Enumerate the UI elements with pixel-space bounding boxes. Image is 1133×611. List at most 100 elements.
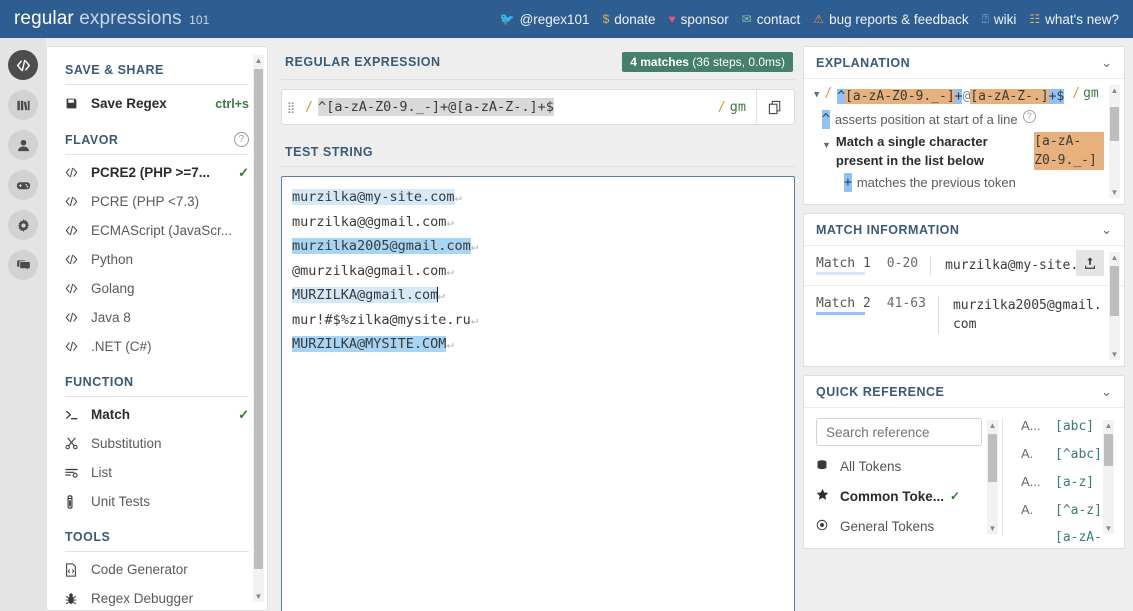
search-input[interactable]	[816, 418, 982, 446]
sidebar-scrollbar[interactable]: ▲ ▼	[253, 55, 264, 602]
flavor-item-6[interactable]: .NET (C#)	[65, 332, 249, 361]
flavor-item-1[interactable]: PCRE (PHP <7.3)	[65, 187, 249, 216]
site-logo[interactable]: regular expressions 101	[14, 8, 209, 30]
regex-open-delimiter: /	[305, 99, 314, 115]
code-icon	[65, 225, 91, 236]
regex-input[interactable]: ^[a-zA-Z0-9._-]+@[a-zA-Z-.]+$	[318, 98, 554, 116]
nav-contact[interactable]: ✉ contact	[742, 12, 801, 27]
quick-ref-token-code: [a-z]	[1055, 475, 1095, 490]
scroll-up-icon[interactable]: ▲	[1103, 420, 1114, 431]
quick-ref-token-2[interactable]: A... [a-z]	[1021, 474, 1114, 502]
explanation-code-2: [a-zA-Z0-9._-]	[1034, 132, 1104, 170]
match-scroll-thumb[interactable]	[1110, 266, 1119, 316]
rail-gamepad-icon[interactable]	[8, 170, 38, 200]
explanation-scroll-track[interactable]	[1109, 85, 1120, 198]
nav-label: wiki	[993, 11, 1017, 27]
flavor-help-icon[interactable]: ?	[234, 132, 249, 147]
quick-ref-category-0[interactable]: All Tokens	[816, 452, 996, 480]
flavor-item-0[interactable]: PCRE2 (PHP >=7... ✓	[65, 158, 249, 187]
test-line-text: @murzilka@gmail.com	[292, 262, 447, 279]
rail-settings-icon[interactable]	[8, 210, 38, 240]
save-regex-item[interactable]: Save Regex ctrl+s	[65, 89, 249, 118]
regex-flags[interactable]: / gm	[718, 99, 756, 115]
qr-right-scroll-thumb[interactable]	[1104, 434, 1113, 466]
flavor-item-3[interactable]: Python	[65, 245, 249, 274]
help-icon[interactable]: ?	[1022, 110, 1036, 123]
explanation-regex-token[interactable]: ^	[837, 89, 846, 104]
nav--regex101[interactable]: 🐦 @regex101	[500, 12, 590, 27]
tools-item-0[interactable]: Code Generator	[65, 555, 249, 584]
explanation-regex-token[interactable]: [a-zA-Z0-9._-]	[845, 89, 955, 104]
code-icon	[65, 312, 91, 323]
copy-icon[interactable]	[756, 90, 794, 124]
regex-input-bar[interactable]: ⣿ / ^[a-zA-Z0-9._-]+@[a-zA-Z-.]+$ / gm	[281, 89, 795, 125]
explanation-regex-token[interactable]: [a-zA-Z-.]	[970, 89, 1049, 104]
function-item-3[interactable]: Unit Tests	[65, 487, 249, 516]
nav-sponsor[interactable]: ♥ sponsor	[669, 12, 729, 27]
expand-triangle-icon-2[interactable]: ▼	[822, 132, 836, 155]
explanation-scroll-thumb[interactable]	[1110, 107, 1119, 141]
logo-light: expressions	[79, 8, 182, 29]
newline-glyph: ↵	[470, 312, 479, 327]
quick-reference-right-scrollbar[interactable]: ▲ ▼	[1103, 420, 1114, 534]
quick-ref-token-3[interactable]: A. [^a-z]	[1021, 502, 1114, 530]
test-string-line: mur!#$%zilka@mysite.ru↵	[292, 308, 784, 333]
quick-ref-category-2[interactable]: General Tokens	[816, 512, 996, 540]
nav-bug-reports-feedback[interactable]: ⚠ bug reports & feedback	[813, 12, 968, 27]
function-item-2[interactable]: List	[65, 458, 249, 487]
scroll-up-icon[interactable]: ▲	[1109, 252, 1120, 263]
target-icon	[816, 519, 840, 534]
scroll-up-icon[interactable]: ▲	[1109, 85, 1120, 96]
nav-wiki[interactable]: ⍰ wiki	[982, 12, 1017, 27]
chevron-down-icon[interactable]: ⌄	[1101, 384, 1112, 400]
explanation-regex-token[interactable]: +$	[1048, 89, 1065, 104]
tools-item-1-label: Regex Debugger	[91, 591, 194, 606]
expand-triangle-icon[interactable]: ▼	[814, 86, 824, 100]
match-row[interactable]: Match 2 41-63 murzilka2005@gmail.com	[804, 285, 1124, 344]
match-information-scrollbar[interactable]: ▲ ▼	[1109, 252, 1120, 360]
flavor-item-5[interactable]: Java 8	[65, 303, 249, 332]
quick-ref-token-1[interactable]: A. [^abc]	[1021, 446, 1114, 474]
test-string-input[interactable]: murzilka@my-site.com↵ murzilka@@gmail.com…	[281, 176, 795, 611]
flavor-item-4[interactable]: Golang	[65, 274, 249, 303]
flavor-item-2-label: ECMAScript (JavaScr...	[91, 223, 233, 238]
warning-icon: ⚠	[813, 12, 825, 26]
scroll-down-icon[interactable]: ▼	[1103, 523, 1114, 534]
flavor-item-2[interactable]: ECMAScript (JavaScr...	[65, 216, 249, 245]
drag-handle-icon[interactable]: ⣿	[282, 101, 300, 114]
nav-what-s-new-[interactable]: ☷ what's new?	[1029, 12, 1119, 27]
copy-match-icon[interactable]	[1076, 250, 1104, 276]
quick-ref-category-1[interactable]: Common Toke... ✓	[816, 482, 996, 510]
qr-left-scroll-thumb[interactable]	[988, 434, 997, 482]
quick-ref-token-code: [^abc]	[1055, 447, 1102, 462]
function-item-0[interactable]: Match ✓	[65, 400, 249, 429]
rail-library-icon[interactable]	[8, 90, 38, 120]
quick-reference-body: All TokensCommon Toke...✓General Tokens …	[804, 408, 1124, 548]
rail-code-icon[interactable]	[8, 50, 38, 80]
right-column: EXPLANATION ⌄ ▼ / ^[a-zA-Z0-9._-]+@[a-zA…	[803, 46, 1125, 557]
explanation-scrollbar[interactable]: ▲ ▼	[1109, 85, 1120, 198]
quick-ref-token-4[interactable]: [a-zA-Z]	[1021, 530, 1114, 544]
quick-ref-token-0[interactable]: A... [abc]	[1021, 418, 1114, 446]
scroll-down-icon[interactable]: ▼	[987, 523, 998, 534]
scroll-up-icon[interactable]: ▲	[253, 55, 264, 66]
rail-chat-icon[interactable]	[8, 250, 38, 280]
quick-reference-left-scrollbar[interactable]: ▲ ▼	[987, 420, 998, 534]
function-header: FUNCTION	[65, 375, 249, 397]
sidebar-scroll-thumb[interactable]	[254, 69, 263, 569]
scroll-down-icon[interactable]: ▼	[1109, 187, 1120, 198]
mail-icon: ✉	[741, 12, 752, 26]
quick-reference-header: QUICK REFERENCE ⌄	[804, 376, 1124, 408]
nav-donate[interactable]: $ donate	[603, 12, 656, 27]
rail-account-icon[interactable]	[8, 130, 38, 160]
tools-item-1[interactable]: Regex Debugger	[65, 584, 249, 610]
function-item-1[interactable]: Substitution	[65, 429, 249, 458]
chevron-down-icon[interactable]: ⌄	[1101, 222, 1112, 238]
function-item-0-label: Match	[91, 407, 131, 422]
header-nav: 🐦 @regex101 $ donate ♥ sponsor ✉ contact ⚠ bug re…	[500, 12, 1119, 27]
scroll-down-icon[interactable]: ▼	[1109, 349, 1120, 360]
scroll-up-icon[interactable]: ▲	[987, 420, 998, 431]
chevron-down-icon[interactable]: ⌄	[1101, 55, 1112, 71]
scroll-down-icon[interactable]: ▼	[253, 591, 264, 602]
nav-label: @regex101	[519, 11, 590, 27]
